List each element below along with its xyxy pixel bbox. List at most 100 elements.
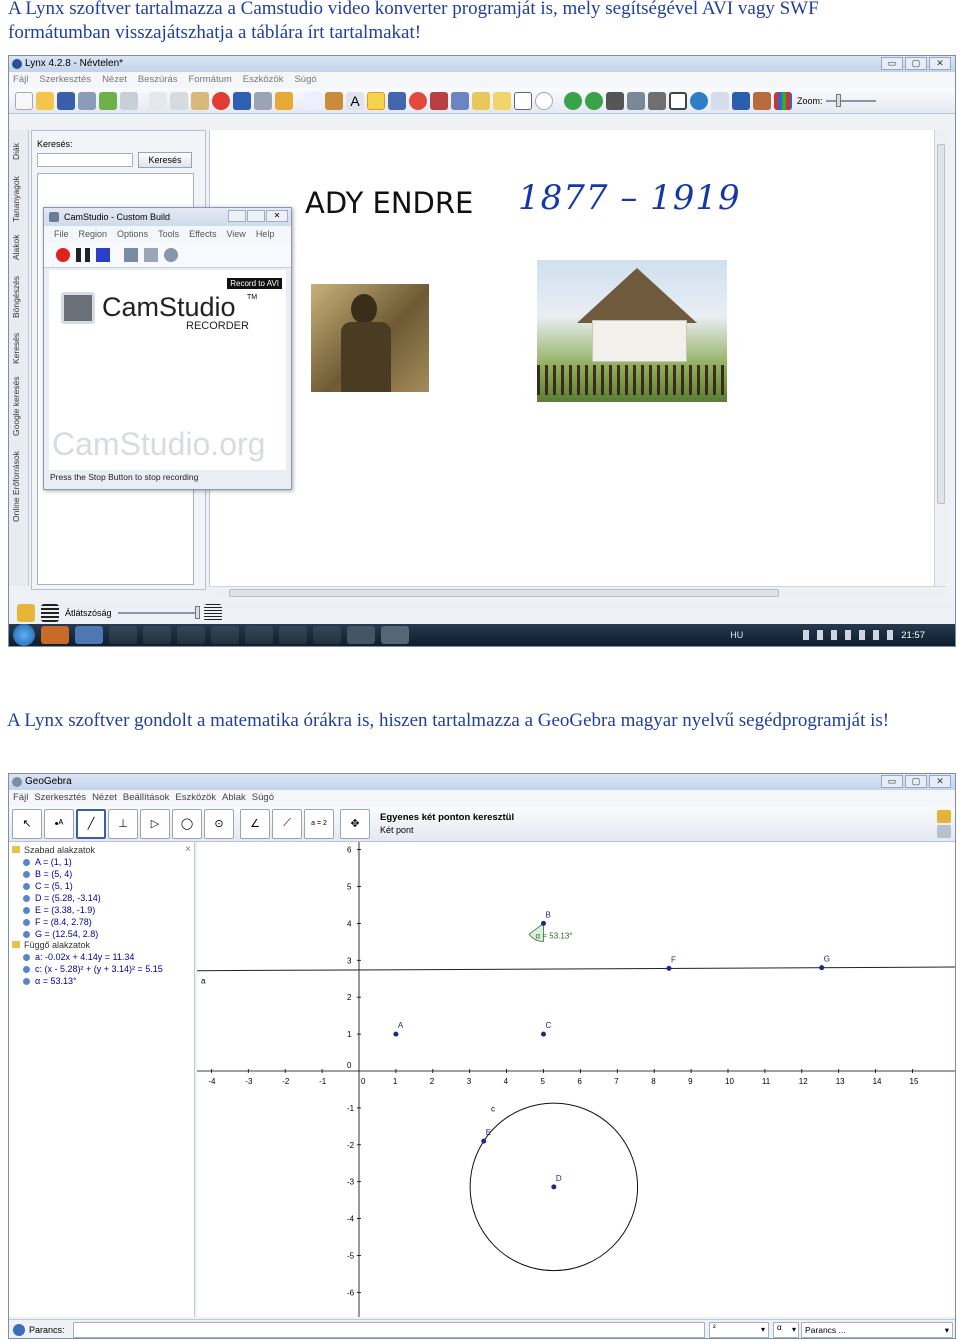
record-icon[interactable] <box>56 247 70 262</box>
taskbar-explorer-icon[interactable] <box>109 626 137 644</box>
search-input[interactable] <box>37 153 133 167</box>
algebra-item-c[interactable]: C = (5, 1) <box>23 881 73 891</box>
open-folder-icon[interactable] <box>36 91 54 110</box>
export-icon[interactable] <box>99 91 117 110</box>
paste-icon[interactable] <box>191 91 209 110</box>
search-button[interactable]: Keresés <box>138 152 192 168</box>
cam-menu-region[interactable]: Region <box>79 226 108 242</box>
lynx-whiteboard[interactable]: ADY ENDRE 1877 – 1919 <box>209 130 946 586</box>
algebra-item-g[interactable]: G = (12.54, 2.8) <box>23 929 98 939</box>
algebra-item-line-a[interactable]: a: -0.02x + 4.14y = 11.34 <box>23 952 134 962</box>
brush-icon[interactable] <box>493 91 511 110</box>
taskbar-paint-icon[interactable] <box>211 626 239 644</box>
cut-icon[interactable] <box>170 91 188 110</box>
menu-view[interactable]: Nézet <box>102 72 127 88</box>
pause-icon[interactable] <box>76 247 90 262</box>
point-e[interactable] <box>481 1138 487 1144</box>
grid-icon[interactable] <box>774 91 792 110</box>
algebra-item-circle-c[interactable]: c: (x - 5.28)² + (y + 3.14)² = 5.15 <box>23 964 163 974</box>
board-vscroll[interactable] <box>934 130 946 586</box>
text-icon[interactable]: A <box>346 91 364 110</box>
point-a[interactable] <box>393 1031 399 1037</box>
move-view-tool-icon[interactable]: ✥ <box>340 808 370 839</box>
tab-kereses[interactable]: Keresés <box>11 333 21 364</box>
delete-icon[interactable] <box>212 91 230 110</box>
tab-alakok[interactable]: Alakok <box>11 234 21 260</box>
input-field[interactable] <box>73 1322 705 1338</box>
save-icon[interactable] <box>57 91 75 110</box>
cam-screen-icon[interactable] <box>124 247 138 262</box>
point-tool-icon[interactable]: •ᴬ <box>44 808 74 839</box>
calculator-icon[interactable] <box>627 91 645 110</box>
undo-icon[interactable] <box>233 91 251 110</box>
attach-icon[interactable] <box>120 91 138 110</box>
point-label-e[interactable]: E <box>486 1128 491 1137</box>
ggb-maximize-button[interactable]: ▢ <box>905 775 927 788</box>
ggb-menu-edit[interactable]: Szerkesztés <box>34 790 86 806</box>
line-icon[interactable] <box>388 91 406 110</box>
geogebra-graphics-svg[interactable]: -4 -3 -2 -1 0 1 2 3 4 5 6 7 8 9 10 11 12 13 14 15654321-1-2… <box>196 842 955 1317</box>
lasso-icon[interactable] <box>535 91 553 110</box>
eraser-icon[interactable] <box>451 91 469 110</box>
ggb-menu-tools[interactable]: Eszközök <box>175 790 216 806</box>
circle-tool-icon[interactable]: ◯ <box>172 808 202 839</box>
cam-menu-file[interactable]: File <box>54 226 69 242</box>
spotlight-icon[interactable] <box>711 91 729 110</box>
line-style-icon[interactable] <box>203 604 222 622</box>
globe-icon[interactable] <box>690 91 708 110</box>
cam-menu-effects[interactable]: Effects <box>189 226 216 242</box>
highlighter-icon[interactable] <box>367 91 385 110</box>
print-icon[interactable] <box>78 91 96 110</box>
cam-menu-options[interactable]: Options <box>117 226 148 242</box>
point-label-g[interactable]: G <box>824 955 830 964</box>
point-f[interactable] <box>666 965 672 971</box>
new-file-icon[interactable] <box>15 91 33 110</box>
minimize-button[interactable]: ▭ <box>881 57 903 70</box>
dependent-objects-header[interactable]: Függő alakzatok <box>24 940 90 950</box>
back-icon[interactable] <box>564 91 582 110</box>
start-button[interactable] <box>13 624 35 646</box>
taskbar-camstudio-icon[interactable] <box>177 626 205 644</box>
point-b[interactable] <box>541 920 546 926</box>
tab-dia[interactable]: Diák <box>11 143 21 160</box>
menu-tools[interactable]: Eszközök <box>243 72 284 88</box>
taskbar-app2-icon[interactable] <box>279 626 307 644</box>
algebra-item-angle[interactable]: α = 53.13° <box>23 976 77 986</box>
slider-tool-icon[interactable]: a = 2 <box>304 808 334 839</box>
graphics-view[interactable]: -4 -3 -2 -1 0 1 2 3 4 5 6 7 8 9 10 11 12 13 14 15 6 5 4 3 2 1 -1 -2… <box>196 842 955 1317</box>
angle-tool-icon[interactable]: ∠ <box>240 808 270 839</box>
free-objects-header[interactable]: Szabad alakzatok <box>24 845 95 855</box>
polygon-tool-icon[interactable]: ▷ <box>140 808 170 839</box>
point-label-a[interactable]: A <box>398 1021 404 1030</box>
taskbar-app1-icon[interactable] <box>245 626 273 644</box>
tab-bongeszes[interactable]: Böngészés <box>11 276 21 318</box>
menu-format[interactable]: Formátum <box>189 72 232 88</box>
algebra-item-a[interactable]: A = (1, 1) <box>23 857 72 867</box>
pen-color-icon[interactable] <box>17 604 35 622</box>
move-tool-icon[interactable]: ↖ <box>12 808 42 839</box>
input-help-icon[interactable] <box>13 1324 25 1336</box>
people-icon[interactable] <box>753 91 771 110</box>
cam-settings-icon[interactable] <box>144 247 158 262</box>
stop-icon[interactable] <box>96 247 110 262</box>
marker-icon[interactable] <box>472 91 490 110</box>
algebra-close-icon[interactable]: × <box>185 844 191 855</box>
algebra-item-b[interactable]: B = (5, 4) <box>23 869 72 879</box>
cam-swf-icon[interactable] <box>164 247 178 262</box>
tab-google-kereses[interactable]: Google keresés <box>11 376 21 436</box>
cam-close-button[interactable]: ✕ <box>266 210 288 222</box>
menu-help[interactable]: Súgó <box>294 72 316 88</box>
taskbar-firefox-icon[interactable] <box>41 626 69 644</box>
menu-edit[interactable]: Szerkesztés <box>39 72 91 88</box>
clock[interactable]: 21:57 <box>901 630 925 641</box>
taskbar-app4-icon[interactable] <box>347 626 375 644</box>
close-button[interactable]: ✕ <box>929 57 951 70</box>
taskbar-lynx-icon[interactable] <box>75 626 103 644</box>
line-width-icon[interactable] <box>41 604 59 622</box>
ggb-minimize-button[interactable]: ▭ <box>881 775 903 788</box>
cam-menu-help[interactable]: Help <box>256 226 275 242</box>
board-hscroll[interactable] <box>209 586 946 598</box>
next-icon[interactable] <box>732 91 750 110</box>
greek-dropdown[interactable]: α ▾ <box>773 1322 799 1338</box>
ggb-redo-icon[interactable] <box>937 824 951 838</box>
